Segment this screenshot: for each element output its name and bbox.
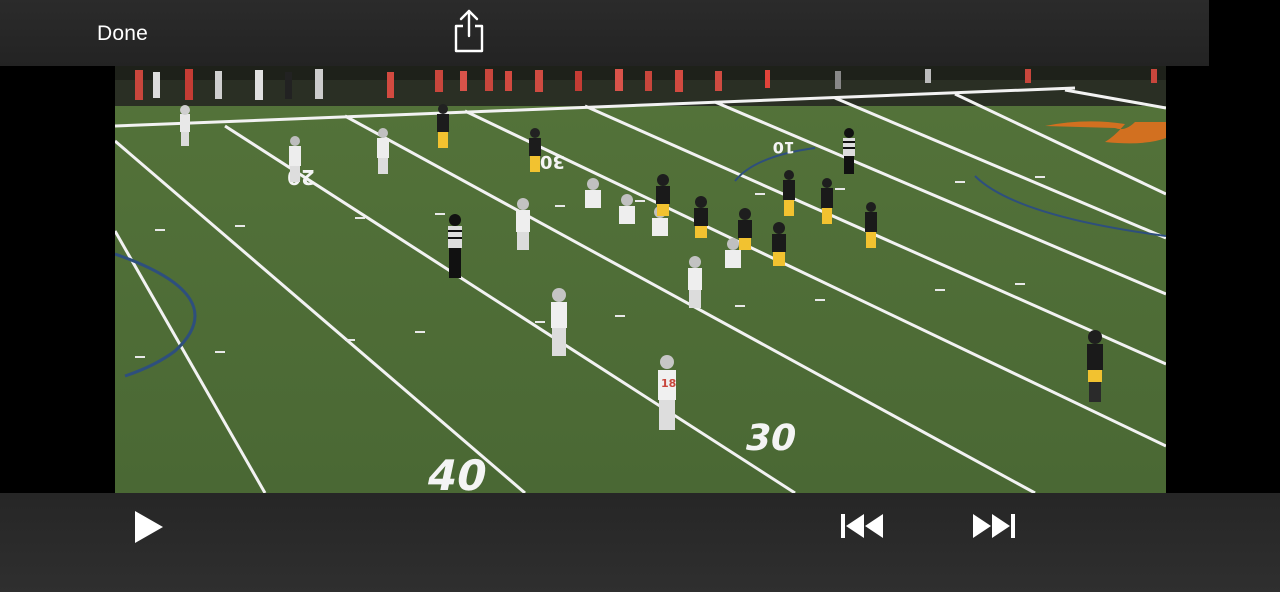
skip-forward-button[interactable] (970, 510, 1018, 542)
play-button[interactable] (128, 507, 168, 547)
video-frame[interactable]: 20 30 10 30 40 18 (115, 66, 1166, 493)
skip-back-button[interactable] (838, 510, 886, 542)
skip-back-icon (841, 514, 883, 538)
skip-forward-icon (973, 514, 1015, 538)
jersey-number: 18 (661, 377, 676, 390)
top-toolbar: Done (0, 0, 1209, 66)
football-field-image: 20 30 10 30 40 18 (115, 66, 1166, 493)
play-icon (135, 511, 163, 543)
yard-number-far-10: 10 (773, 138, 795, 157)
yard-number-near-40: 40 (423, 452, 492, 493)
video-player-screen: Done 20 30 10 30 40 18 (0, 0, 1280, 592)
playback-bar (0, 493, 1280, 592)
share-icon (454, 9, 484, 53)
done-button[interactable]: Done (97, 20, 148, 48)
share-button[interactable] (450, 8, 488, 54)
yard-number-near-30: 30 (741, 416, 800, 459)
yard-number-far-30: 30 (540, 151, 565, 172)
